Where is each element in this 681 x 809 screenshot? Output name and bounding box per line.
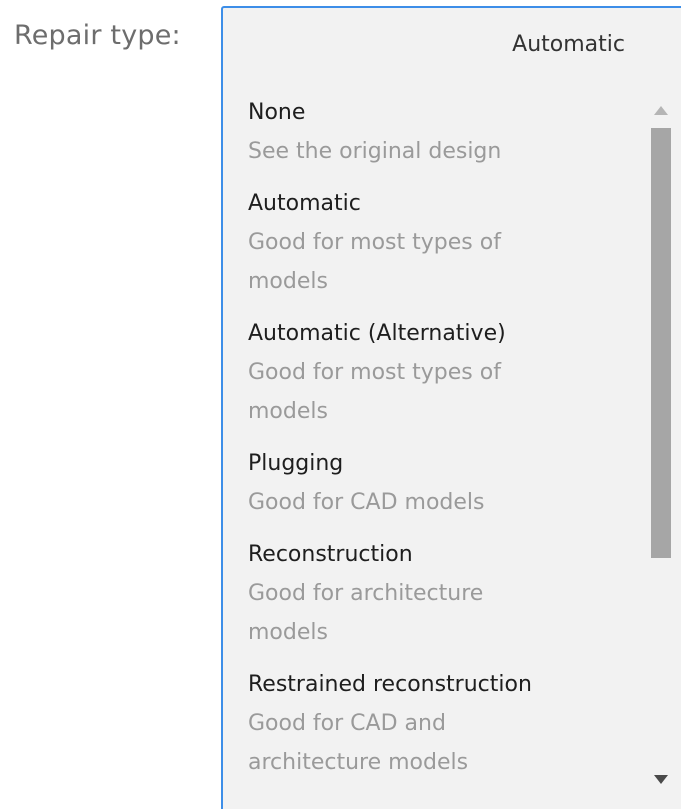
option-automatic[interactable]: Automatic Good for most types of models <box>223 185 633 301</box>
options-list: None See the original design Automatic G… <box>223 94 633 796</box>
repair-type-select[interactable]: Automatic <box>221 6 681 76</box>
repair-type-label: Repair type: <box>14 20 181 51</box>
option-title: None <box>248 100 306 125</box>
scroll-thumb[interactable] <box>651 128 671 558</box>
option-reconstruction[interactable]: Reconstruction Good for architecture mod… <box>223 536 633 652</box>
option-none[interactable]: None See the original design <box>223 94 633 171</box>
selected-value: Automatic <box>512 32 625 57</box>
option-restrained-reconstruction[interactable]: Restrained reconstruction Good for CAD a… <box>223 666 633 782</box>
option-plugging[interactable]: Plugging Good for CAD models <box>223 445 633 522</box>
option-description: See the original design <box>248 139 502 164</box>
triangle-down-icon[interactable] <box>645 759 677 799</box>
option-title: Automatic <box>248 191 361 216</box>
option-description: Good for CAD and architecture models <box>248 711 469 775</box>
option-title: Restrained reconstruction <box>248 672 532 697</box>
option-description: Good for most types of models <box>248 230 501 294</box>
option-title: Automatic (Alternative) <box>248 321 506 346</box>
option-description: Good for CAD models <box>248 490 485 515</box>
option-title: Reconstruction <box>248 542 413 567</box>
option-description: Good for most types of models <box>248 360 501 424</box>
option-description: Good for architecture models <box>248 581 484 645</box>
triangle-up-icon[interactable] <box>645 90 677 130</box>
dropdown-scrollbar[interactable] <box>641 76 681 809</box>
repair-type-dropdown: None See the original design Automatic G… <box>221 76 681 809</box>
repair-type-page: Repair type: Automatic None See the orig… <box>0 0 681 809</box>
option-automatic-alternative[interactable]: Automatic (Alternative) Good for most ty… <box>223 315 633 431</box>
option-title: Plugging <box>248 451 344 476</box>
